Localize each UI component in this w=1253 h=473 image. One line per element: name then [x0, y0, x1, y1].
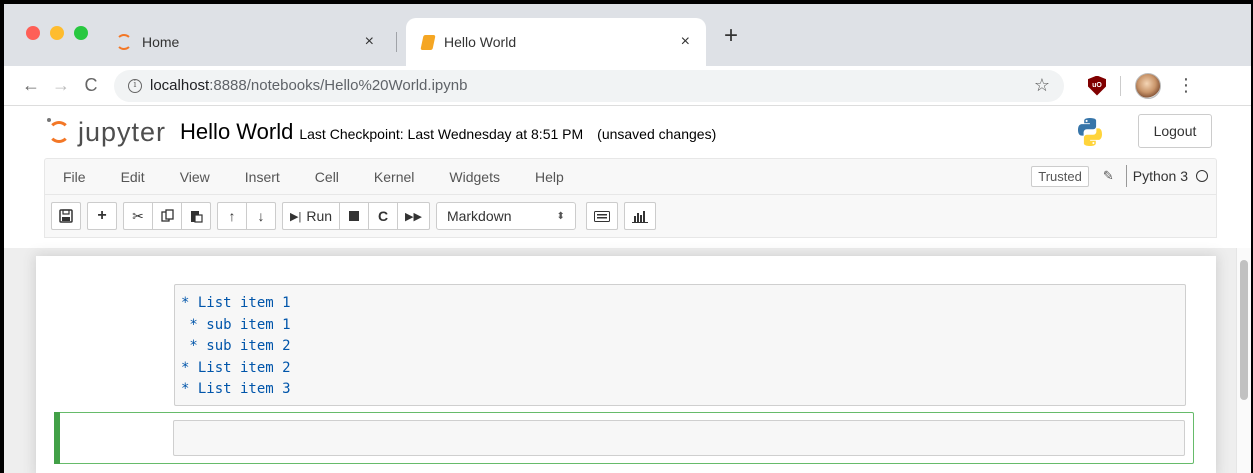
restart-run-all-button[interactable]: ▶▶ [397, 202, 430, 230]
markdown-line: * sub item 2 [181, 338, 291, 354]
cut-button[interactable]: ✂ [123, 202, 153, 230]
move-up-button[interactable]: ↑ [217, 202, 247, 230]
fast-forward-icon: ▶▶ [405, 210, 422, 223]
jupyter-logo[interactable]: jupyter [47, 116, 167, 148]
save-icon [59, 209, 73, 223]
copy-button[interactable] [152, 202, 182, 230]
notebook-area: * List item 1 * sub item 1 * sub item 2 … [4, 248, 1251, 473]
markdown-line: * List item 1 [181, 295, 291, 311]
tab-title: Hello World [444, 34, 517, 50]
kernel-separator [1125, 165, 1127, 187]
logout-button[interactable]: Logout [1138, 114, 1212, 148]
maximize-window-button[interactable] [74, 26, 88, 40]
kernel-name[interactable]: Python 3 [1133, 168, 1188, 184]
save-button[interactable] [51, 202, 81, 230]
menu-insert[interactable]: Insert [245, 169, 280, 185]
empty-cell-input[interactable] [173, 420, 1185, 456]
jupyter-icon [116, 34, 132, 50]
markdown-line: * List item 2 [181, 359, 291, 376]
markdown-cell[interactable]: * List item 1 * sub item 1 * sub item 2 … [174, 284, 1186, 406]
tab-home[interactable]: Home × [100, 18, 390, 66]
toolbar-chart-button[interactable] [623, 202, 656, 230]
menu-file[interactable]: File [63, 169, 86, 185]
new-tab-button[interactable]: + [724, 22, 738, 50]
restart-button[interactable]: C [368, 202, 399, 230]
notebook-page: * List item 1 * sub item 1 * sub item 2 … [36, 256, 1216, 473]
scissors-icon: ✂ [132, 207, 144, 224]
tab-divider [396, 32, 397, 52]
select-caret-icon: ⬍ [556, 210, 565, 222]
notebook-menu-container: File Edit View Insert Cell Kernel Widget… [4, 158, 1251, 238]
tab-title: Home [142, 34, 180, 50]
profile-avatar[interactable] [1135, 72, 1161, 99]
markdown-line: * sub item 1 [181, 316, 291, 333]
toolbar-separator [1120, 75, 1121, 96]
notebook-book-icon [420, 34, 436, 50]
interrupt-button[interactable] [339, 202, 370, 230]
more-menu-icon[interactable]: ⋮ [1177, 75, 1195, 96]
close-icon[interactable]: × [681, 33, 690, 51]
markdown-line: * List item 3 [181, 381, 291, 397]
browser-window: Home × Hello World × + ← → C i localhost… [4, 4, 1251, 473]
run-button[interactable]: ▶| Run [282, 202, 341, 230]
menubar: File Edit View Insert Cell Kernel Widget… [44, 158, 1217, 194]
command-palette-button[interactable] [585, 202, 618, 230]
restart-icon: C [377, 208, 389, 224]
cell-type-select[interactable]: Markdown ⬍ [435, 202, 576, 230]
notebook-toolbar: + ✂ ↑ ↓ ▶| Run C ▶▶ Markdown ⬍ [44, 194, 1217, 238]
python-logo-icon [1078, 118, 1102, 146]
paste-button[interactable] [181, 202, 211, 230]
bookmark-star-icon[interactable]: ☆ [1034, 75, 1050, 96]
paste-icon [190, 211, 203, 223]
jupyter-header: jupyter Hello World Last Checkpoint: Las… [4, 106, 1251, 158]
step-forward-icon: ▶| [290, 210, 302, 223]
close-icon[interactable]: × [365, 33, 374, 51]
info-icon[interactable]: i [128, 78, 142, 93]
selected-cell[interactable] [54, 412, 1194, 464]
jupyter-logo-icon [47, 118, 70, 143]
plus-icon: + [97, 207, 107, 224]
stop-icon [349, 211, 360, 221]
menu-edit[interactable]: Edit [121, 169, 145, 185]
address-bar[interactable]: i localhost:8888/notebooks/Hello%20World… [114, 69, 1064, 102]
menu-kernel[interactable]: Kernel [374, 169, 414, 185]
tab-strip: Home × Hello World × + [4, 4, 1251, 66]
scrollbar-thumb[interactable] [1240, 260, 1248, 400]
window-controls [26, 26, 88, 40]
bar-chart-icon [631, 210, 648, 223]
forward-arrow-icon[interactable]: → [46, 75, 76, 96]
url-host: localhost [150, 77, 210, 94]
tab-hello-world[interactable]: Hello World × [406, 18, 706, 66]
reload-icon[interactable]: C [76, 75, 106, 96]
jupyter-logo-text: jupyter [78, 116, 167, 147]
scrollbar[interactable] [1236, 248, 1251, 473]
autosave-status: (unsaved changes) [597, 126, 717, 142]
back-arrow-icon[interactable]: ← [16, 75, 46, 96]
kernel-idle-indicator-icon [1196, 170, 1208, 182]
minimize-window-button[interactable] [50, 26, 64, 40]
kernel-status-area: Trusted ✎ Python 3 [1031, 165, 1208, 187]
trusted-badge[interactable]: Trusted [1031, 165, 1089, 187]
menu-cell[interactable]: Cell [315, 169, 339, 185]
copy-icon [160, 209, 174, 222]
cell-type-value: Markdown [446, 208, 512, 224]
pencil-icon[interactable]: ✎ [1103, 168, 1114, 184]
ublock-shield-icon[interactable]: uO [1088, 75, 1106, 96]
insert-cell-button[interactable]: + [87, 202, 117, 230]
menu-view[interactable]: View [180, 169, 210, 185]
menu-help[interactable]: Help [535, 169, 564, 185]
checkpoint-status: Last Checkpoint: Last Wednesday at 8:51 … [299, 126, 584, 142]
arrow-up-icon: ↑ [228, 208, 236, 224]
url-path: :8888/notebooks/Hello%20World.ipynb [209, 77, 468, 94]
move-down-button[interactable]: ↓ [246, 202, 276, 230]
close-window-button[interactable] [26, 26, 40, 40]
arrow-down-icon: ↓ [257, 208, 265, 224]
keyboard-icon [593, 210, 610, 222]
browser-toolbar: ← → C i localhost:8888/notebooks/Hello%2… [4, 66, 1251, 106]
menu-widgets[interactable]: Widgets [449, 169, 500, 185]
notebook-name[interactable]: Hello World [180, 119, 293, 145]
run-label: Run [306, 208, 333, 224]
